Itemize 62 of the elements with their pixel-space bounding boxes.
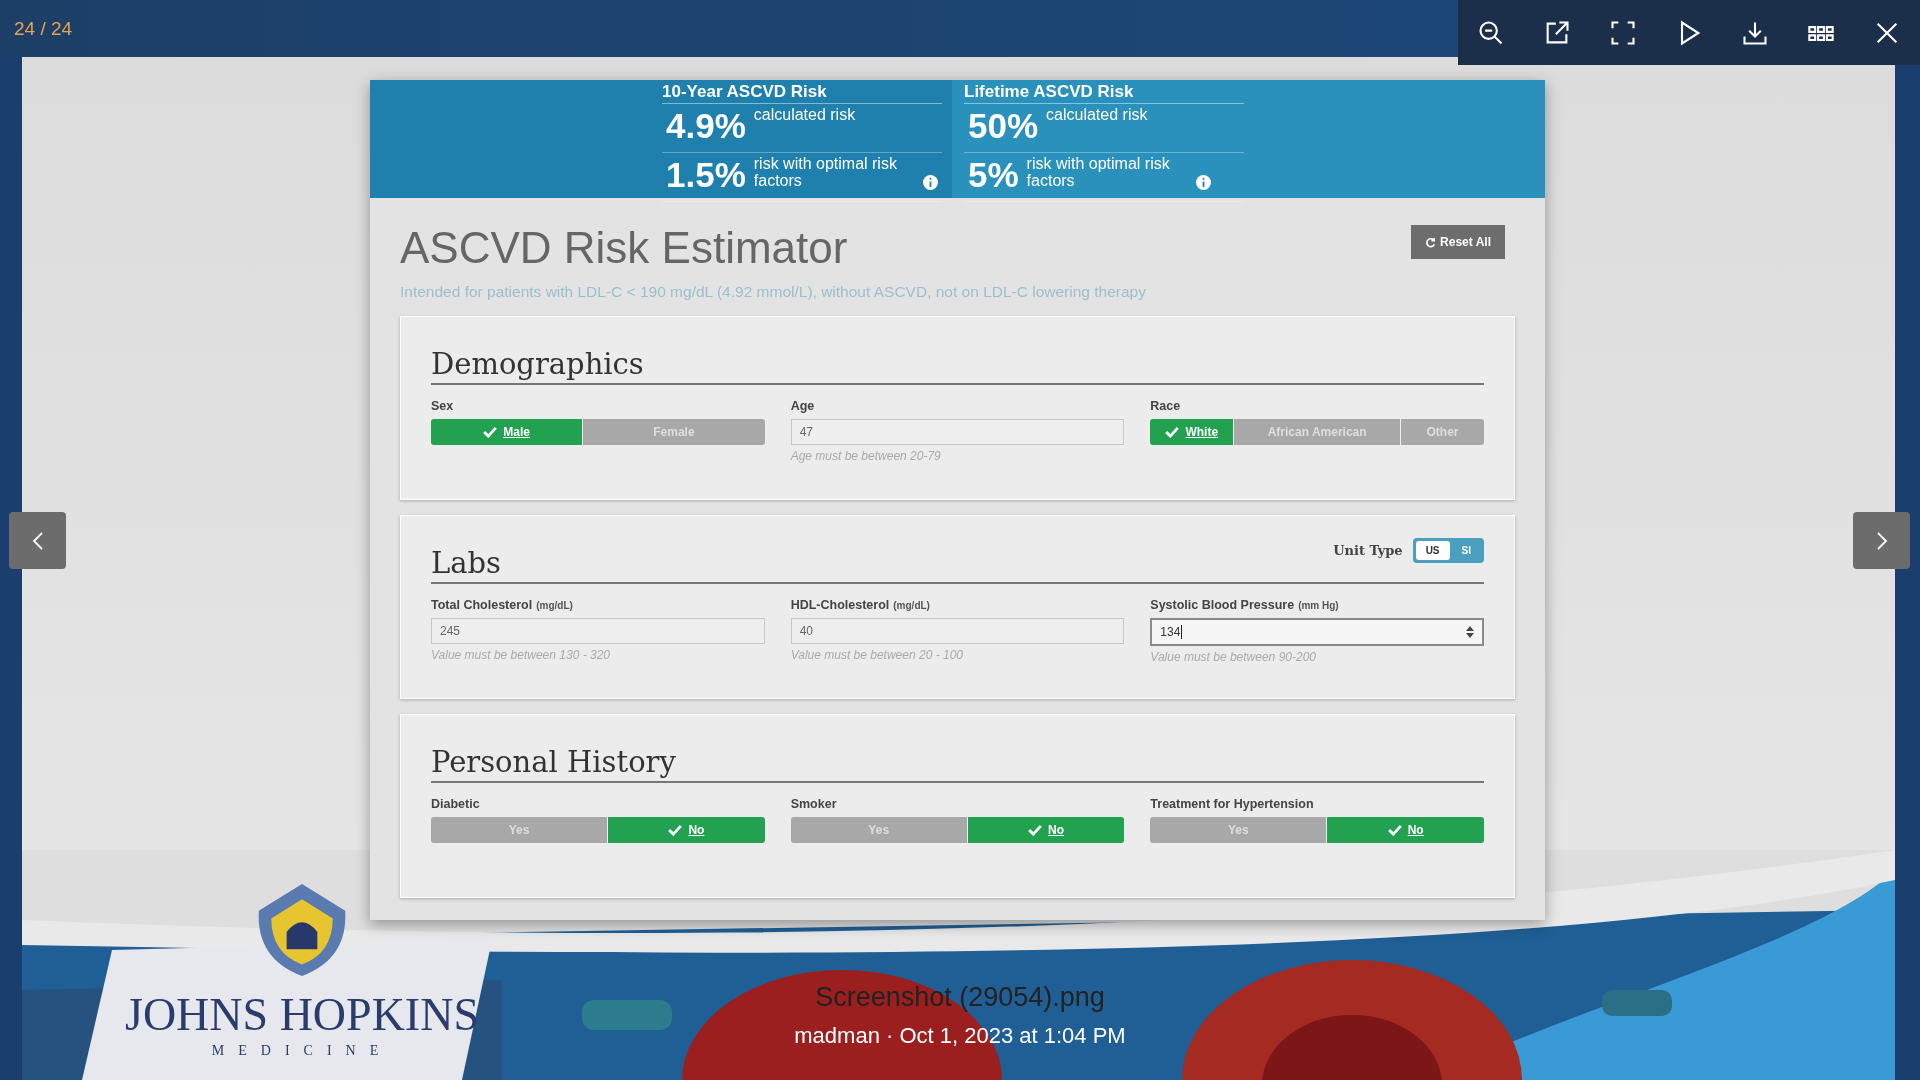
field-label: Race [1150,399,1181,413]
unit-option[interactable]: US [1415,541,1450,560]
risk-value: 5% [968,155,1019,195]
file-name: Screenshot (29054).png [815,982,1105,1013]
page-counter: 24 / 24 [14,17,73,40]
logo-text: JOHNS HOPKINS [125,988,479,1041]
unit-label: (mg/dL) [893,600,930,611]
input-field[interactable]: 40 [790,618,1125,644]
field-label: Diabetic [431,797,480,811]
page-title: ASCVD Risk Estimator [400,223,849,273]
field-label: HDL-Cholesterol [790,598,890,612]
risk-title: Lifetime ASCVD Risk [964,82,1244,104]
unit-option[interactable]: SI [1451,541,1481,560]
reset-button[interactable]: Reset All [1411,225,1505,259]
field-hint: Value must be between 90-200 [1150,650,1317,664]
input-field[interactable]: 134 [1150,618,1484,646]
check-icon [1387,824,1402,836]
risk-label: risk with optimal risk factors [753,155,898,189]
logo-subtext: MEDICINE [211,1043,393,1059]
option-button[interactable]: Male [431,419,583,445]
input-field[interactable]: 245 [431,618,765,644]
info-icon[interactable] [922,175,938,190]
option-button[interactable]: No [967,817,1125,843]
option-button[interactable]: White [1150,419,1234,445]
file-meta: madman · Oct 1, 2023 at 1:04 PM [794,1023,1126,1049]
spinner-icon[interactable] [1466,626,1474,638]
field-hint: Value must be between 20 - 100 [790,648,964,662]
section-title: Personal History [431,745,676,779]
check-icon [1028,824,1043,836]
risk-label: calculated risk [1046,106,1148,123]
chevron-left-icon [31,530,44,551]
check-icon [1165,426,1180,438]
unit-label: (mm Hg) [1298,600,1339,611]
risk-label: risk with optimal risk factors [1026,155,1171,189]
field-label: Sex [431,399,454,413]
risk-value: 50% [968,106,1039,146]
check-icon [668,824,683,836]
page-subtitle: Intended for patients with LDL-C < 190 mg/dL (4.92 mmol/L), without ASCVD, not on LDL-C lowering therapy [400,283,1146,301]
field-hint: Age must be between 20-79 [790,449,942,463]
option-button[interactable]: No [1327,817,1484,843]
field-label: Systolic Blood Pressure [1150,598,1295,612]
risk-value: 1.5% [666,155,746,195]
info-icon[interactable] [1195,175,1211,190]
option-button[interactable]: No [608,817,765,843]
risk-title: 10-Year ASCVD Risk [662,82,942,104]
refresh-icon [1425,236,1437,248]
risk-value: 4.9% [666,106,746,146]
field-label: Treatment for Hypertension [1150,797,1314,811]
section-title: Labs [431,546,501,580]
zoom-out-icon[interactable] [1477,18,1505,47]
unit-label: (mg/dL) [536,600,573,611]
risk-label: calculated risk [753,106,856,123]
fullscreen-icon[interactable] [1609,18,1637,47]
field-label: Smoker [790,797,837,811]
unit-type-label: Unit Type [1333,543,1403,558]
field-label: Age [790,399,815,413]
input-field[interactable]: 47 [790,419,1125,445]
field-hint: Value must be between 130 - 320 [431,648,611,662]
field-label: Total Cholesterol [431,598,533,612]
check-icon [483,426,498,438]
chevron-right-icon [1875,530,1888,551]
section-title: Demographics [431,347,644,381]
